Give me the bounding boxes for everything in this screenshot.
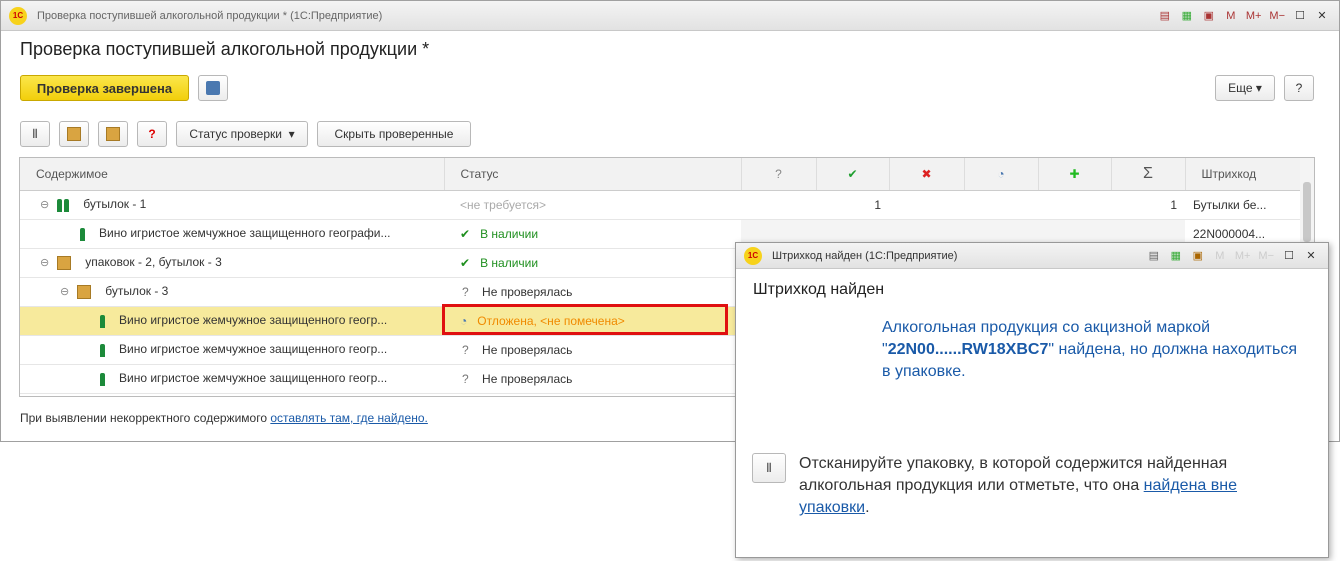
- package-icon: [77, 284, 92, 299]
- close-icon[interactable]: ✕: [1315, 9, 1329, 22]
- row-content: бутылок - 1: [83, 197, 147, 212]
- maximize-icon[interactable]: ☐: [1293, 9, 1307, 22]
- search-barcode-button[interactable]: ⦀: [20, 121, 50, 147]
- m-button[interactable]: M: [1213, 250, 1227, 262]
- m-plus-button[interactable]: M+: [1235, 250, 1251, 262]
- package-add-icon: [67, 127, 81, 141]
- dialog-message: Алкогольная продукция со акцизной маркой…: [882, 317, 1302, 383]
- barcode-icon: ⦀: [766, 460, 772, 475]
- row-content: Вино игристое жемчужное защищенного геог…: [119, 342, 388, 357]
- calculator-icon[interactable]: ▦: [1180, 9, 1194, 22]
- finish-check-button[interactable]: Проверка завершена: [20, 75, 189, 101]
- page-title: Проверка поступившей алкогольной продукц…: [20, 39, 430, 59]
- row-content: бутылок - 3: [105, 284, 169, 299]
- excise-code: 22N00......RW18XBC7: [887, 341, 1049, 358]
- bottles-icon: [64, 198, 70, 212]
- save-button[interactable]: [198, 75, 228, 101]
- m-minus-button[interactable]: M−: [1269, 10, 1285, 22]
- col-error-icon[interactable]: ✖: [889, 158, 965, 191]
- row-status: Не проверялась: [482, 371, 573, 386]
- more-button[interactable]: Еще ▾: [1215, 75, 1275, 101]
- highlight-frame: [442, 304, 728, 335]
- bottle-icon: [100, 343, 105, 357]
- calculator-icon[interactable]: ▦: [1169, 249, 1183, 262]
- row-status: Не проверялась: [482, 342, 573, 357]
- m-minus-button[interactable]: M−: [1258, 250, 1274, 262]
- barcode-search-icon: ⦀: [32, 126, 38, 141]
- 1c-logo-icon: 1С: [744, 246, 762, 265]
- question-icon: ?: [462, 371, 469, 386]
- row-content: Вино игристое жемчужное защищенного геог…: [99, 226, 391, 241]
- table-row[interactable]: ⊖ бутылок - 1 <не требуется> 1 1 Бутылки …: [20, 190, 1300, 220]
- check-icon: ✔: [460, 255, 471, 270]
- collapse-icon[interactable]: ⊖: [40, 199, 49, 211]
- table-header: Содержимое Статус ? ✔ ✖ ◔ ✚ Σ Штрихкод: [20, 158, 1301, 191]
- status-check-dropdown[interactable]: Статус проверки ▾: [176, 121, 308, 147]
- col-barcode[interactable]: Штрихкод: [1185, 158, 1301, 191]
- add-package-button[interactable]: [59, 121, 89, 147]
- footer-note: При выявлении некорректного содержимого …: [20, 411, 428, 425]
- maximize-icon[interactable]: ☐: [1282, 249, 1296, 262]
- row-ok-count: 1: [816, 190, 889, 220]
- window-title: Проверка поступившей алкогольной продукц…: [37, 9, 383, 22]
- print-icon[interactable]: ▤: [1147, 249, 1161, 262]
- dialog-title: Штрихкод найден (1С:Предприятие): [772, 249, 958, 262]
- row-status: В наличии: [480, 226, 539, 241]
- row-content: Вино игристое жемчужное защищенного геог…: [119, 371, 388, 386]
- status-check-label: Статус проверки: [189, 127, 282, 141]
- row-content: Вино игристое жемчужное защищенного геог…: [119, 313, 388, 328]
- package-barcode-icon: [106, 127, 120, 141]
- calendar-icon[interactable]: ▣: [1202, 9, 1216, 22]
- row-status: <не требуется>: [444, 190, 741, 220]
- question-icon: ?: [462, 284, 469, 299]
- bottle-icon: [100, 372, 105, 386]
- row-content: упаковок - 2, бутылок - 3: [85, 255, 222, 270]
- col-sum-icon[interactable]: Σ: [1111, 158, 1186, 191]
- col-ok-icon[interactable]: ✔: [816, 158, 890, 191]
- footer-text: При выявлении некорректного содержимого: [20, 411, 271, 425]
- calendar-icon[interactable]: ▣: [1191, 249, 1205, 262]
- bottle-icon: [100, 314, 105, 328]
- 1c-logo-icon: 1С: [9, 6, 27, 25]
- close-icon[interactable]: ✕: [1304, 249, 1318, 262]
- scan-package-button[interactable]: ⦀: [752, 453, 786, 483]
- package-icon: [57, 255, 72, 270]
- package-barcode-button[interactable]: [98, 121, 128, 147]
- col-added-icon[interactable]: ✚: [1038, 158, 1112, 191]
- check-icon: ✔: [460, 226, 471, 241]
- row-barcode: Бутылки бе...: [1185, 190, 1300, 220]
- hint-end: .: [865, 499, 870, 516]
- m-button[interactable]: M: [1224, 10, 1238, 22]
- bottles-icon: [57, 198, 63, 212]
- dialog-title-bar: 1С Штрихкод найден (1С:Предприятие) ▤ ▦ …: [736, 243, 1328, 269]
- m-plus-button[interactable]: M+: [1246, 10, 1262, 22]
- row-status: В наличии: [480, 255, 539, 270]
- help-button[interactable]: ?: [1284, 75, 1314, 101]
- row-status: Не проверялась: [482, 284, 573, 299]
- col-content[interactable]: Содержимое: [20, 158, 445, 191]
- col-postponed-icon[interactable]: ◔: [964, 158, 1039, 191]
- footer-link[interactable]: оставлять там, где найдено.: [270, 411, 428, 425]
- title-bar: 1С Проверка поступившей алкогольной прод…: [1, 1, 1339, 31]
- barcode-found-dialog: 1С Штрихкод найден (1С:Предприятие) ▤ ▦ …: [735, 242, 1329, 558]
- unknown-barcode-button[interactable]: ?: [137, 121, 167, 147]
- save-icon: [206, 81, 220, 95]
- col-status[interactable]: Статус: [444, 158, 742, 191]
- collapse-icon[interactable]: ⊖: [60, 286, 69, 298]
- barcode-question-icon: ?: [148, 127, 156, 141]
- row-sum: 1: [1111, 190, 1185, 220]
- col-not-checked[interactable]: ?: [741, 158, 817, 191]
- hide-checked-button[interactable]: Скрыть проверенные: [317, 121, 471, 147]
- dialog-hint: Отсканируйте упаковку, в которой содержи…: [799, 453, 1309, 519]
- collapse-icon[interactable]: ⊖: [40, 257, 49, 269]
- dialog-heading: Штрихкод найден: [753, 281, 885, 298]
- print-icon[interactable]: ▤: [1158, 9, 1172, 22]
- more-label: Еще: [1228, 81, 1253, 95]
- question-icon: ?: [462, 342, 469, 357]
- bottle-icon: [80, 227, 85, 241]
